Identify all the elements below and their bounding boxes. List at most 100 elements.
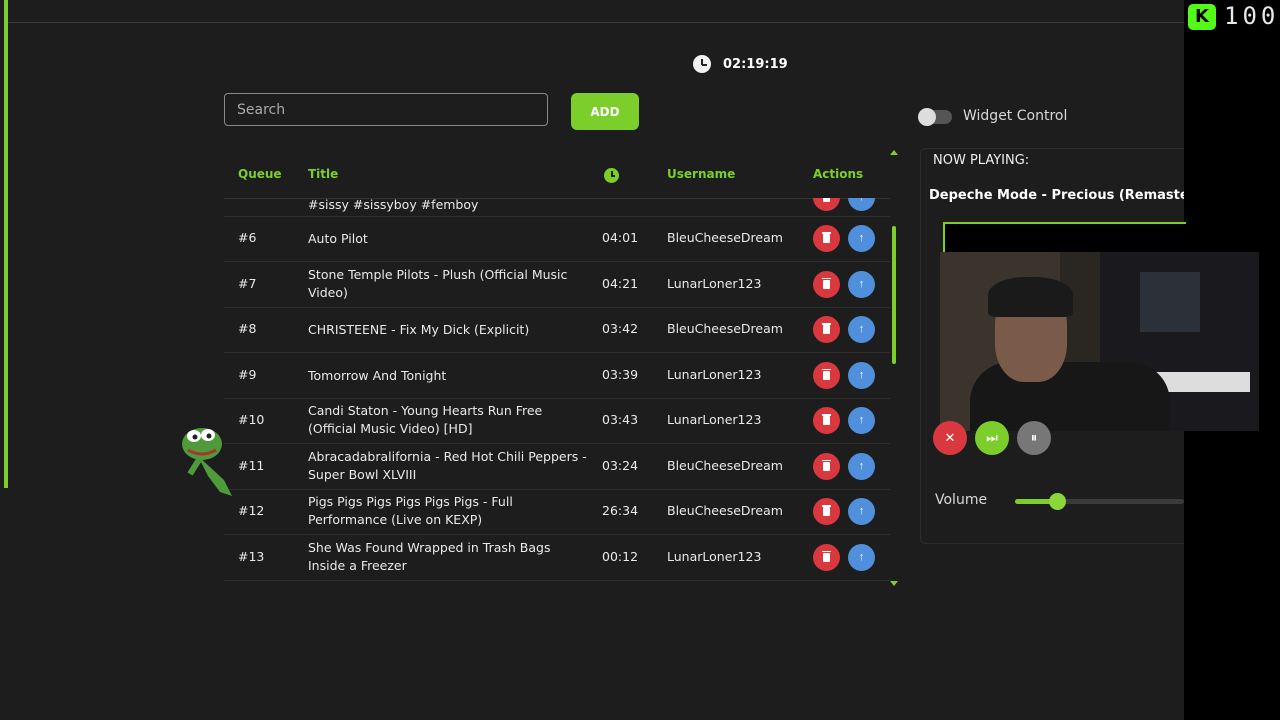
row-queue: #9 bbox=[238, 366, 257, 382]
add-button[interactable]: ADD bbox=[571, 93, 639, 130]
volume-label: Volume bbox=[935, 492, 988, 508]
delete-button[interactable] bbox=[813, 270, 840, 298]
row-queue: #12 bbox=[238, 503, 265, 518]
row-username: LunarLoner123 bbox=[667, 366, 762, 382]
row-duration: 03:43 bbox=[602, 412, 639, 427]
arrow-up-icon: ↑ bbox=[858, 550, 865, 563]
volume-slider[interactable] bbox=[1015, 499, 1184, 504]
row-duration: 03:42 bbox=[602, 321, 639, 336]
trash-icon bbox=[822, 277, 831, 289]
trash-icon bbox=[822, 550, 831, 562]
promote-button[interactable]: ↑ bbox=[848, 498, 875, 525]
row-duration: 00:12 bbox=[602, 548, 639, 564]
row-duration: 03:39 bbox=[602, 366, 639, 382]
skip-icon[interactable]: ⏭ bbox=[975, 421, 1009, 455]
delete-button[interactable] bbox=[813, 361, 840, 389]
promote-button[interactable]: ↑ bbox=[848, 270, 875, 298]
delete-button[interactable] bbox=[813, 543, 840, 571]
row-queue: #10 bbox=[238, 412, 265, 427]
row-title: Pigs Pigs Pigs Pigs Pigs Pigs - Full Per… bbox=[308, 494, 513, 527]
arrow-up-icon: ↑ bbox=[858, 414, 865, 426]
promote-button[interactable]: ↑ bbox=[848, 198, 875, 211]
arrow-up-icon: ↑ bbox=[858, 459, 865, 472]
header-username: Username bbox=[667, 167, 736, 181]
promote-button[interactable]: ↑ bbox=[848, 316, 875, 343]
row-queue: #7 bbox=[238, 275, 257, 291]
queue-table-body[interactable]: #sissy #sissyboy #femboy ↑ #6 Auto Pilot 0… bbox=[224, 198, 890, 582]
queue-table-header: Queue Title Username Actions bbox=[224, 158, 890, 199]
row-queue: #11 bbox=[238, 457, 265, 473]
row-title: Candi Staton - Young Hearts Run Free (Of… bbox=[308, 403, 543, 436]
delete-button[interactable] bbox=[813, 452, 840, 480]
row-username: BleuCheeseDream bbox=[667, 503, 783, 518]
trash-icon bbox=[822, 368, 831, 380]
promote-button[interactable]: ↑ bbox=[848, 407, 875, 434]
table-row: #11 Abracadabralifornia - Red Hot Chili P… bbox=[224, 444, 890, 490]
trash-icon bbox=[823, 198, 830, 202]
row-username: BleuCheeseDream bbox=[667, 321, 783, 336]
close-icon[interactable]: ✕ bbox=[933, 421, 967, 455]
widget-control-label: Widget Control bbox=[963, 108, 1068, 124]
header-actions: Actions bbox=[813, 167, 864, 181]
toggle-knob bbox=[918, 108, 936, 126]
trash-icon bbox=[822, 232, 831, 243]
now-playing-label: NOW PLAYING: bbox=[933, 153, 1030, 168]
row-duration: 03:24 bbox=[602, 457, 639, 473]
row-username: LunarLoner123 bbox=[667, 548, 762, 564]
webcam-overlay bbox=[940, 252, 1259, 431]
table-row: #9 Tomorrow And Tonight 03:39 LunarLoner123… bbox=[224, 353, 890, 399]
row-title: Auto Pilot bbox=[308, 231, 368, 246]
table-row: #10 Candi Staton - Young Hearts Run Free … bbox=[224, 398, 890, 444]
table-row: #7 Stone Temple Pilots - Plush (Official … bbox=[224, 262, 890, 308]
row-title: Stone Temple Pilots - Plush (Official Mu… bbox=[308, 266, 568, 300]
row-title: #sissy #sissyboy #femboy bbox=[308, 198, 479, 212]
trash-icon bbox=[822, 505, 831, 516]
row-duration: 04:21 bbox=[602, 275, 639, 291]
now-playing-title: Depeche Mode - Precious (Remastered) bbox=[929, 188, 1184, 203]
row-username: LunarLoner123 bbox=[667, 275, 762, 291]
arrow-up-icon: ↑ bbox=[858, 232, 865, 244]
promote-button[interactable]: ↑ bbox=[848, 452, 875, 480]
row-queue: #6 bbox=[238, 230, 257, 245]
arrow-up-icon: ↑ bbox=[858, 505, 865, 517]
row-title: She Was Found Wrapped in Trash Bags Insi… bbox=[308, 539, 551, 573]
row-title: Tomorrow And Tonight bbox=[308, 367, 447, 383]
left-accent-bar bbox=[4, 0, 8, 488]
trash-icon bbox=[822, 459, 831, 471]
row-queue: #13 bbox=[238, 548, 265, 564]
row-queue: #8 bbox=[238, 321, 257, 336]
promote-button[interactable]: ↑ bbox=[848, 361, 875, 389]
volume-knob[interactable] bbox=[1048, 493, 1066, 510]
promote-button[interactable]: ↑ bbox=[848, 225, 875, 252]
delete-button[interactable] bbox=[813, 225, 840, 252]
table-row: #13 She Was Found Wrapped in Trash Bags I… bbox=[224, 535, 890, 581]
widget-control-toggle[interactable] bbox=[918, 108, 952, 126]
frog-emote-image bbox=[182, 428, 232, 496]
row-title: Abracadabralifornia - Red Hot Chili Pepp… bbox=[308, 448, 587, 482]
row-duration: 26:34 bbox=[602, 503, 639, 518]
promote-button[interactable]: ↑ bbox=[848, 543, 875, 571]
row-username: BleuCheeseDream bbox=[667, 230, 783, 245]
delete-button[interactable] bbox=[813, 316, 840, 343]
arrow-up-icon: ↑ bbox=[858, 368, 865, 381]
header-queue: Queue bbox=[238, 167, 282, 181]
table-row: #6 Auto Pilot 04:01 BleuCheeseDream ↑ bbox=[224, 216, 890, 262]
header-title: Title bbox=[308, 167, 339, 181]
duration-clock-icon bbox=[604, 168, 619, 183]
kick-logo-icon: K bbox=[1188, 4, 1216, 30]
search-input[interactable] bbox=[224, 93, 548, 126]
table-row: #12 Pigs Pigs Pigs Pigs Pigs Pigs - Full … bbox=[224, 489, 890, 535]
delete-button[interactable] bbox=[813, 198, 840, 211]
trash-icon bbox=[822, 414, 831, 425]
scroll-down-arrow[interactable] bbox=[890, 581, 898, 586]
table-row: #8 CHRISTEENE - Fix My Dick (Explicit) 03:… bbox=[224, 307, 890, 353]
delete-button[interactable] bbox=[813, 407, 840, 434]
viewer-count: 100 bbox=[1224, 2, 1280, 30]
arrow-up-icon: ↑ bbox=[858, 277, 865, 290]
delete-button[interactable] bbox=[813, 498, 840, 525]
pause-icon[interactable]: ⏸ bbox=[1017, 421, 1051, 455]
row-username: BleuCheeseDream bbox=[667, 457, 783, 473]
scrollbar-thumb[interactable] bbox=[892, 226, 896, 364]
scroll-up-arrow[interactable] bbox=[890, 150, 898, 155]
row-title: CHRISTEENE - Fix My Dick (Explicit) bbox=[308, 322, 530, 337]
